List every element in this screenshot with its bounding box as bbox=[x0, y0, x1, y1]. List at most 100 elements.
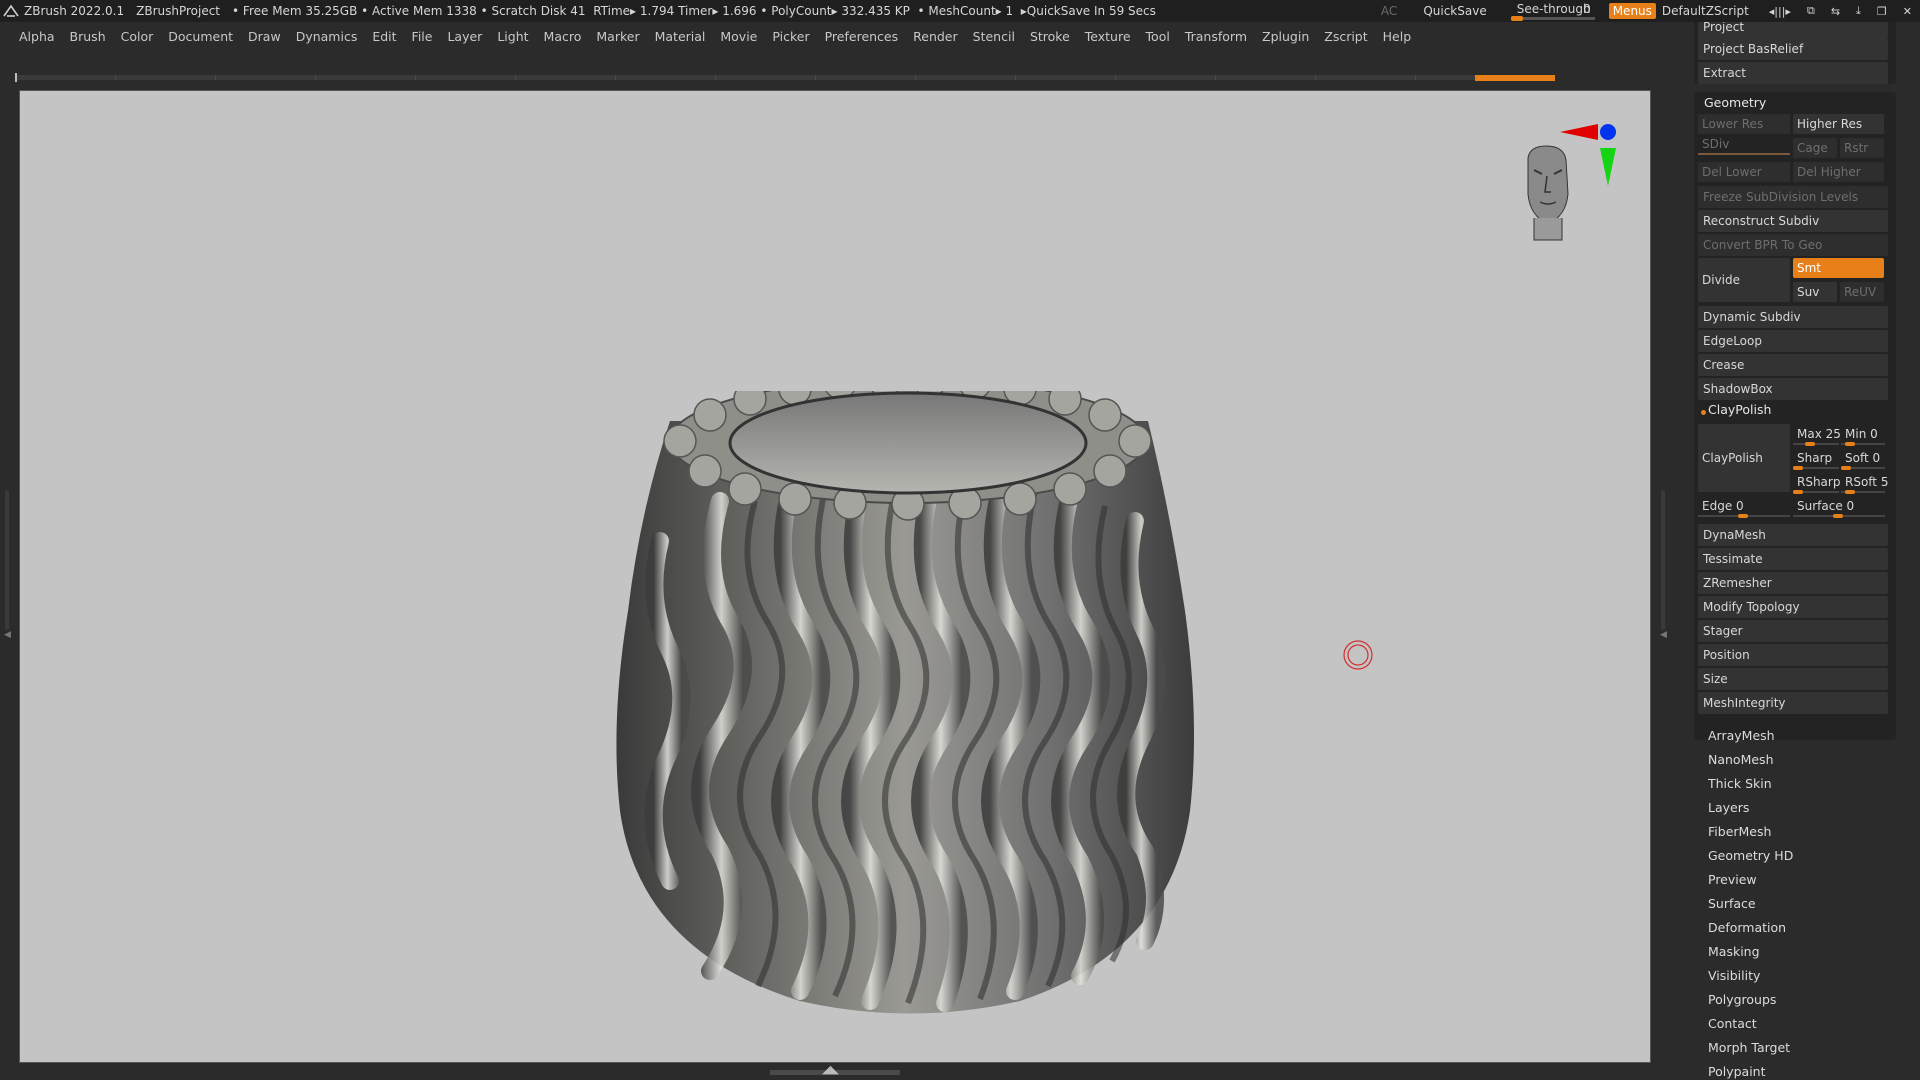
y-axis-arrow-icon[interactable] bbox=[1600, 148, 1616, 186]
freeze-subdivision-levels-button[interactable]: Freeze SubDivision Levels bbox=[1698, 186, 1888, 208]
right-tray-handle[interactable] bbox=[1661, 490, 1665, 630]
restore-icon[interactable]: ❐ bbox=[1877, 5, 1887, 18]
orientation-head-icon[interactable] bbox=[1527, 145, 1569, 241]
menu-file[interactable]: File bbox=[412, 29, 433, 44]
menu-preferences[interactable]: Preferences bbox=[825, 29, 899, 44]
deformation-palette[interactable]: Deformation bbox=[1708, 920, 1786, 935]
menu-macro[interactable]: Macro bbox=[544, 29, 582, 44]
del-higher-button[interactable]: Del Higher bbox=[1793, 162, 1884, 182]
scale-ui-icon[interactable]: ◂|||▸ bbox=[1769, 5, 1791, 18]
x-axis-arrow-icon[interactable] bbox=[1560, 124, 1598, 140]
navigation-gizmo[interactable] bbox=[1520, 118, 1640, 258]
menu-alpha[interactable]: Alpha bbox=[19, 29, 55, 44]
menu-tool[interactable]: Tool bbox=[1146, 29, 1170, 44]
quicksave-button[interactable]: QuickSave bbox=[1423, 4, 1486, 18]
menu-movie[interactable]: Movie bbox=[720, 29, 757, 44]
morph-target-palette[interactable]: Morph Target bbox=[1708, 1040, 1790, 1055]
menu-layer[interactable]: Layer bbox=[447, 29, 482, 44]
size-subpalette[interactable]: Size bbox=[1698, 668, 1888, 690]
position-subpalette[interactable]: Position bbox=[1698, 644, 1888, 666]
claypolish-surface-slider[interactable]: Surface 0 bbox=[1793, 498, 1885, 518]
timeline-scroll-indicator[interactable] bbox=[1475, 75, 1555, 81]
meshintegrity-subpalette[interactable]: MeshIntegrity bbox=[1698, 692, 1888, 714]
shadowbox-subpalette[interactable]: ShadowBox bbox=[1698, 378, 1888, 400]
menu-help[interactable]: Help bbox=[1383, 29, 1412, 44]
claypolish-rsoft-slider[interactable]: RSoft 5 bbox=[1841, 474, 1888, 494]
menu-edit[interactable]: Edit bbox=[372, 29, 396, 44]
menu-marker[interactable]: Marker bbox=[596, 29, 639, 44]
tessimate-subpalette[interactable]: Tessimate bbox=[1698, 548, 1888, 570]
claypolish-min-slider[interactable]: Min 0 bbox=[1841, 426, 1885, 446]
polypaint-palette[interactable]: Polypaint bbox=[1708, 1064, 1766, 1079]
menu-light[interactable]: Light bbox=[497, 29, 528, 44]
menu-brush[interactable]: Brush bbox=[70, 29, 106, 44]
see-through-slider[interactable]: See-through 0 bbox=[1510, 1, 1595, 21]
nanomesh-palette[interactable]: NanoMesh bbox=[1708, 752, 1774, 767]
surface-palette[interactable]: Surface bbox=[1708, 896, 1756, 911]
right-tray-arrow-icon[interactable]: ◀ bbox=[1660, 630, 1667, 640]
fibermesh-palette[interactable]: FiberMesh bbox=[1708, 824, 1771, 839]
close-icon[interactable]: ✕ bbox=[1903, 5, 1912, 18]
divide-button[interactable]: Divide bbox=[1698, 258, 1790, 302]
claypolish-sharp-slider[interactable]: Sharp bbox=[1793, 450, 1839, 470]
reuv-button[interactable]: ReUV bbox=[1840, 282, 1884, 302]
dynamesh-subpalette[interactable]: DynaMesh bbox=[1698, 524, 1888, 546]
swap-icon[interactable]: ⇆ bbox=[1831, 5, 1840, 18]
preview-palette[interactable]: Preview bbox=[1708, 872, 1757, 887]
minimize-icon[interactable]: ⤓ bbox=[1856, 4, 1861, 18]
menu-draw[interactable]: Draw bbox=[248, 29, 281, 44]
menus-button[interactable]: Menus bbox=[1608, 3, 1656, 19]
del-lower-button[interactable]: Del Lower bbox=[1698, 162, 1790, 182]
left-tray-arrow-icon[interactable]: ◀ bbox=[4, 630, 11, 640]
reconstruct-subdiv-button[interactable]: Reconstruct Subdiv bbox=[1698, 210, 1888, 232]
layout-icon[interactable]: ⧉ bbox=[1807, 4, 1815, 18]
rstr-button[interactable]: Rstr bbox=[1840, 138, 1884, 158]
suv-toggle[interactable]: Suv bbox=[1793, 282, 1837, 302]
stager-subpalette[interactable]: Stager bbox=[1698, 620, 1888, 642]
smt-toggle[interactable]: Smt bbox=[1793, 258, 1884, 278]
convert-bpr-to-geo-button[interactable]: Convert BPR To Geo bbox=[1698, 234, 1888, 256]
edgeloop-subpalette[interactable]: EdgeLoop bbox=[1698, 330, 1888, 352]
higher-res-button[interactable]: Higher Res bbox=[1793, 114, 1884, 134]
sdiv-slider[interactable]: SDiv bbox=[1698, 136, 1790, 156]
timeline-track[interactable] bbox=[15, 75, 1555, 80]
menu-transform[interactable]: Transform bbox=[1185, 29, 1247, 44]
menu-texture[interactable]: Texture bbox=[1085, 29, 1131, 44]
menu-stencil[interactable]: Stencil bbox=[973, 29, 1015, 44]
claypolish-max-slider[interactable]: Max 25 bbox=[1793, 426, 1841, 446]
menu-zscript[interactable]: Zscript bbox=[1324, 29, 1367, 44]
layers-palette[interactable]: Layers bbox=[1708, 800, 1749, 815]
default-zscript-button[interactable]: DefaultZScript bbox=[1662, 4, 1749, 18]
menu-picker[interactable]: Picker bbox=[772, 29, 809, 44]
polygroups-palette[interactable]: Polygroups bbox=[1708, 992, 1776, 1007]
bottom-shelf-toggle-icon[interactable]: ◢◣ bbox=[822, 1063, 839, 1076]
menu-render[interactable]: Render bbox=[913, 29, 958, 44]
geometry-header[interactable]: Geometry bbox=[1704, 95, 1766, 110]
crease-subpalette[interactable]: Crease bbox=[1698, 354, 1888, 376]
thick-skin-palette[interactable]: Thick Skin bbox=[1708, 776, 1772, 791]
claypolish-header[interactable]: ClayPolish bbox=[1708, 402, 1771, 417]
canvas-viewport[interactable] bbox=[19, 90, 1651, 1063]
lower-res-button[interactable]: Lower Res bbox=[1698, 114, 1790, 134]
ac-button[interactable]: AC bbox=[1381, 4, 1397, 18]
timeline-marker[interactable] bbox=[15, 73, 17, 82]
geometry-hd-palette[interactable]: Geometry HD bbox=[1708, 848, 1793, 863]
project-button[interactable]: Project bbox=[1698, 22, 1888, 38]
menu-dynamics[interactable]: Dynamics bbox=[296, 29, 358, 44]
cage-button[interactable]: Cage bbox=[1793, 138, 1837, 158]
masking-palette[interactable]: Masking bbox=[1708, 944, 1760, 959]
project-basrelief-button[interactable]: Project BasRelief bbox=[1698, 38, 1888, 60]
claypolish-soft-slider[interactable]: Soft 0 bbox=[1841, 450, 1885, 470]
arraymesh-palette[interactable]: ArrayMesh bbox=[1708, 728, 1775, 743]
contact-palette[interactable]: Contact bbox=[1708, 1016, 1757, 1031]
menu-document[interactable]: Document bbox=[168, 29, 233, 44]
menu-color[interactable]: Color bbox=[121, 29, 154, 44]
claypolish-rsharp-slider[interactable]: RSharp bbox=[1793, 474, 1840, 494]
extract-button[interactable]: Extract bbox=[1698, 62, 1888, 84]
dynamic-subdiv-subpalette[interactable]: Dynamic Subdiv bbox=[1698, 306, 1888, 328]
z-axis-ball-icon[interactable] bbox=[1600, 124, 1616, 140]
claypolish-edge-slider[interactable]: Edge 0 bbox=[1698, 498, 1790, 518]
claypolish-button[interactable]: ClayPolish bbox=[1698, 424, 1790, 492]
modify-topology-subpalette[interactable]: Modify Topology bbox=[1698, 596, 1888, 618]
zremesher-subpalette[interactable]: ZRemesher bbox=[1698, 572, 1888, 594]
